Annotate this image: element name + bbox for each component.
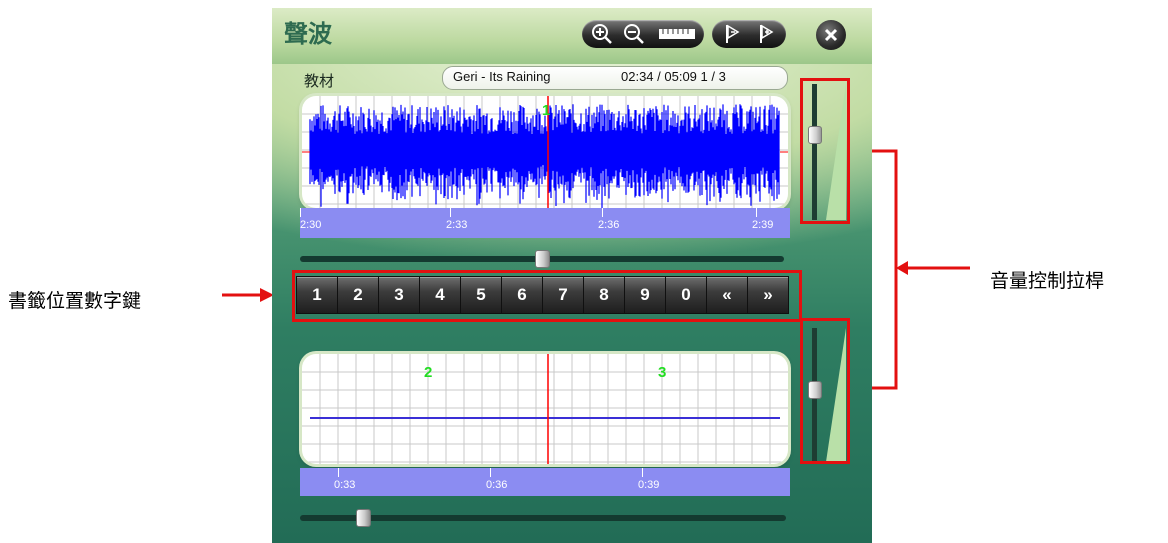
bookmark-toolbar-group — [712, 20, 786, 48]
track-info-box: Geri - Its Raining 02:34 / 05:09 1 / 3 — [442, 66, 788, 90]
bookmark-marker-1: 1 — [542, 102, 551, 119]
close-icon — [824, 28, 838, 42]
track-position: 02:34 / 05:09 1 / 3 — [621, 69, 726, 84]
timeline-label: 0:33 — [334, 479, 356, 491]
scroll-thumb-bottom[interactable] — [356, 509, 371, 527]
annotation-bookmark-keys: 書籤位置數字鍵 — [8, 290, 142, 312]
annotation-box-volume-top — [800, 78, 850, 224]
timeline-label: 0:39 — [638, 479, 660, 491]
waveform-bottom — [302, 354, 788, 464]
timeline-label: 2:30 — [300, 219, 322, 231]
annotation-volume-sliders: 音量控制拉桿 — [990, 270, 1105, 292]
waveform-signal — [309, 104, 780, 208]
timeline-label: 2:39 — [752, 219, 774, 231]
waveform-panel-top[interactable]: 1 — [302, 96, 788, 208]
waveform-panel-bottom[interactable]: 2 3 — [302, 354, 788, 464]
scroll-slider-top[interactable] — [300, 250, 784, 268]
zoom-toolbar-group — [582, 20, 704, 48]
zoom-out-icon[interactable] — [622, 23, 648, 45]
annotation-arrow-left — [222, 288, 274, 302]
bookmark-marker-3: 3 — [658, 364, 667, 381]
scroll-thumb-top[interactable] — [535, 250, 550, 268]
window-title: 聲波 — [284, 19, 332, 48]
timeline-label: 0:36 — [486, 479, 508, 491]
timeline-label: 2:33 — [446, 219, 468, 231]
scroll-slider-bottom[interactable] — [300, 509, 786, 527]
bookmark-marker-2: 2 — [424, 364, 433, 381]
annotation-box-bookmark-keys — [292, 270, 802, 322]
material-label: 教材 — [304, 72, 335, 90]
timeline-bottom[interactable]: 0:33 0:36 0:39 — [300, 468, 790, 496]
zoom-in-icon[interactable] — [590, 23, 616, 45]
timeline-top[interactable]: 2:30 2:33 2:36 2:39 — [300, 208, 790, 238]
bookmark-prev-icon[interactable] — [720, 23, 744, 45]
track-title: Geri - Its Raining — [453, 69, 551, 84]
annotation-box-volume-bottom — [800, 318, 850, 464]
ruler-icon[interactable] — [658, 27, 696, 41]
bookmark-add-icon[interactable] — [754, 23, 778, 45]
timeline-label: 2:36 — [598, 219, 620, 231]
close-button[interactable] — [816, 20, 846, 50]
